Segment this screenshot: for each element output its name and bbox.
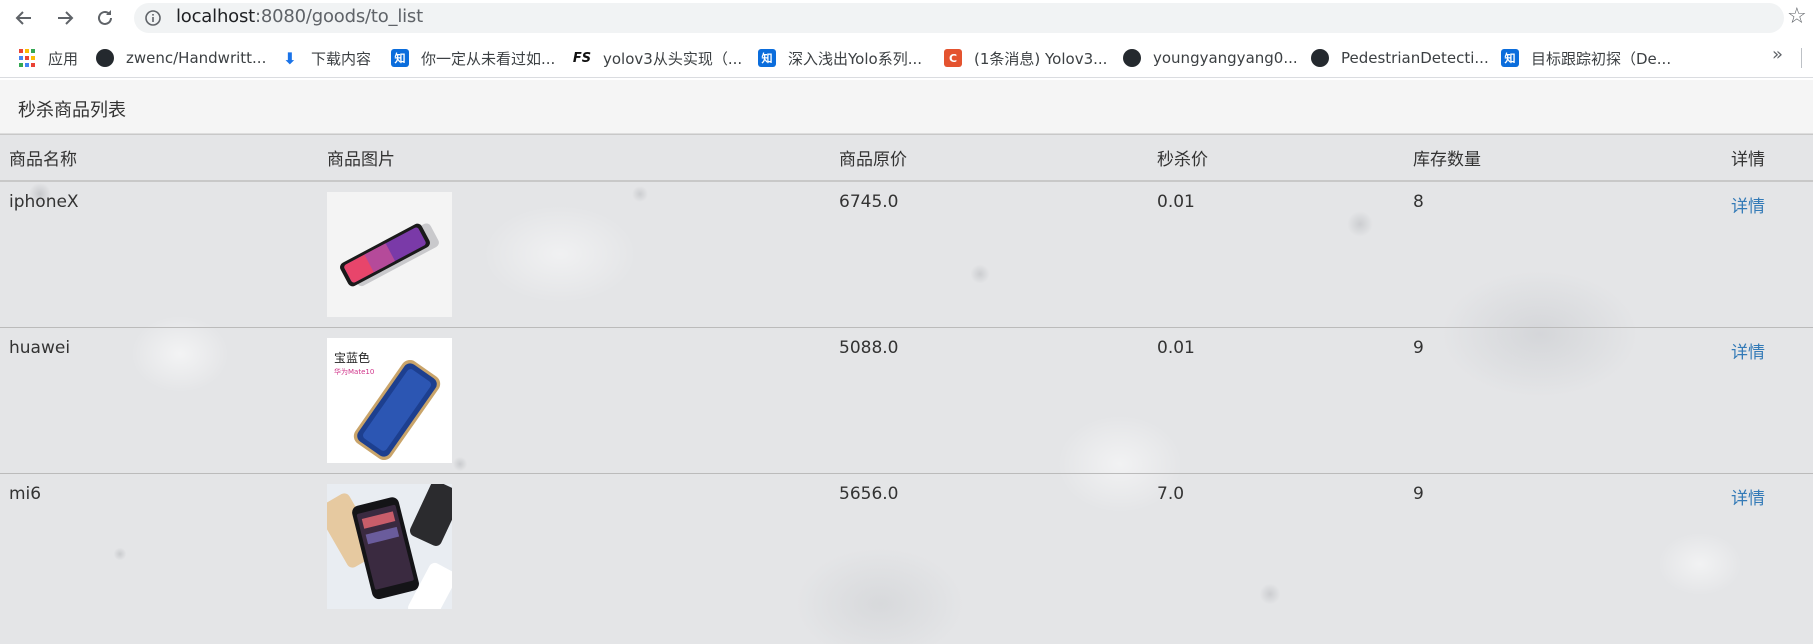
bookmark-label: 下载内容 [311, 49, 372, 68]
zhihu-icon: 知 [1501, 49, 1519, 67]
bookmark-label: (1条消息) Yolov3... [974, 49, 1108, 68]
bookmark-label: yolov3从头实现（... [603, 49, 743, 68]
phone-image-mi6 [327, 484, 452, 609]
bookmark-csdn[interactable]: C (1条消息) Yolov3... [944, 47, 1107, 69]
back-icon[interactable] [12, 6, 36, 30]
goods-image-cell: 宝蓝色 华为Mate10 [318, 327, 830, 474]
bookmark-zhihu-1[interactable]: 知 你一定从未看过如... [391, 47, 555, 69]
column-header-name: 商品名称 [0, 134, 318, 182]
bookmark-zwenc[interactable]: zwenc/Handwritt... [96, 47, 266, 69]
image-caption-color: 宝蓝色 [334, 351, 370, 365]
bookmark-label: 你一定从未看过如... [421, 49, 556, 68]
original-price: 5656.0 [830, 473, 1148, 620]
goods-name: mi6 [0, 473, 318, 620]
bookmark-apps[interactable]: 应用 [18, 47, 78, 69]
column-header-original-price: 商品原价 [830, 134, 1148, 182]
column-header-stock: 库存数量 [1404, 134, 1722, 182]
goods-name: iphoneX [9, 192, 79, 212]
url-host: localhost [176, 6, 255, 27]
goods-table-area: 商品名称 商品图片 商品原价 秒杀价 库存数量 详情 iphoneX 6745.… [0, 134, 1813, 644]
phone-image-iphonex [327, 192, 452, 317]
column-header-detail: 详情 [1722, 134, 1813, 182]
bookmarks-more-icon[interactable]: » [1772, 44, 1783, 65]
stock-count: 9 [1404, 473, 1722, 620]
seckill-price: 0.01 [1148, 327, 1404, 474]
detail-cell: 详情 [1722, 327, 1813, 474]
bookmark-label: zwenc/Handwritt... [126, 49, 267, 67]
csdn-icon: C [944, 49, 962, 67]
bookmark-yolov3[interactable]: FS yolov3从头实现（... [573, 47, 742, 69]
zhihu-icon: 知 [391, 49, 409, 67]
bookmarks-divider [1801, 48, 1802, 68]
bookmark-label: 深入浅出Yolo系列... [788, 49, 922, 68]
bookmark-downloads[interactable]: ⬇ 下载内容 [281, 47, 371, 69]
page-title: 秒杀商品列表 [18, 100, 126, 121]
detail-cell: 详情 [1722, 181, 1813, 328]
goods-image-cell [318, 473, 830, 620]
stock-count: 9 [1404, 327, 1722, 474]
bookmark-zhihu-2[interactable]: 知 深入浅出Yolo系列... [758, 47, 922, 69]
page-body: 秒杀商品列表 商品名称 商品图片 商品原价 秒杀价 库存数量 详情 iphone… [0, 80, 1813, 644]
github-icon [1311, 49, 1329, 67]
detail-link[interactable]: 详情 [1731, 343, 1765, 363]
image-caption-model: 华为Mate10 [334, 367, 374, 376]
column-header-seckill-price: 秒杀价 [1148, 134, 1404, 182]
url-text[interactable]: localhost:8080/goods/to_list [176, 6, 423, 28]
table-row: mi6 5656.0 7.0 9 详情 [0, 473, 1813, 620]
stock-count: 8 [1413, 192, 1424, 212]
bookmark-youngyangyang[interactable]: youngyangyang0... [1123, 47, 1298, 69]
seckill-price: 0.01 [1157, 192, 1195, 212]
github-icon [96, 49, 114, 67]
bookmark-label: 应用 [48, 49, 79, 68]
site-info-icon[interactable] [145, 10, 161, 26]
url-path: :8080/goods/to_list [255, 6, 423, 27]
detail-link[interactable]: 详情 [1731, 489, 1765, 509]
apps-grid-icon [18, 49, 36, 67]
original-price: 5088.0 [830, 327, 1148, 474]
goods-table: 商品名称 商品图片 商品原价 秒杀价 库存数量 详情 iphoneX 6745.… [0, 134, 1813, 620]
download-icon: ⬇ [283, 48, 297, 68]
detail-link[interactable]: 详情 [1731, 197, 1765, 217]
table-row: huawei 宝蓝色 华为Mate10 5088.0 0.01 9 详情 [0, 327, 1813, 474]
forward-icon[interactable] [53, 6, 77, 30]
bookmark-zhihu-3[interactable]: 知 目标跟踪初探（De... [1501, 47, 1671, 69]
browser-toolbar: localhost:8080/goods/to_list ☆ [0, 0, 1813, 36]
goods-name: huawei [0, 327, 318, 474]
reload-icon[interactable] [93, 6, 117, 30]
bookmark-label: youngyangyang0... [1153, 49, 1298, 67]
goods-image-cell [318, 181, 830, 328]
table-row: iphoneX 6745.0 0.01 8 详情 [0, 181, 1813, 328]
original-price: 6745.0 [839, 192, 899, 212]
detail-cell: 详情 [1722, 473, 1813, 620]
phone-image-huawei: 宝蓝色 华为Mate10 [327, 338, 452, 463]
fs-icon: FS [572, 50, 592, 66]
bookmark-label: PedestrianDetecti... [1341, 49, 1489, 67]
bookmarks-bar: 应用 zwenc/Handwritt... ⬇ 下载内容 知 你一定从未看过如.… [0, 38, 1813, 78]
bookmark-star-icon[interactable]: ☆ [1787, 6, 1807, 28]
zhihu-icon: 知 [758, 49, 776, 67]
seckill-price: 7.0 [1148, 473, 1404, 620]
bookmark-pedestrian[interactable]: PedestrianDetecti... [1311, 47, 1489, 69]
column-header-image: 商品图片 [318, 134, 830, 182]
table-header-row: 商品名称 商品图片 商品原价 秒杀价 库存数量 详情 [0, 134, 1813, 182]
bookmark-label: 目标跟踪初探（De... [1531, 49, 1672, 68]
panel-heading: 秒杀商品列表 [0, 80, 1813, 134]
github-icon [1123, 49, 1141, 67]
